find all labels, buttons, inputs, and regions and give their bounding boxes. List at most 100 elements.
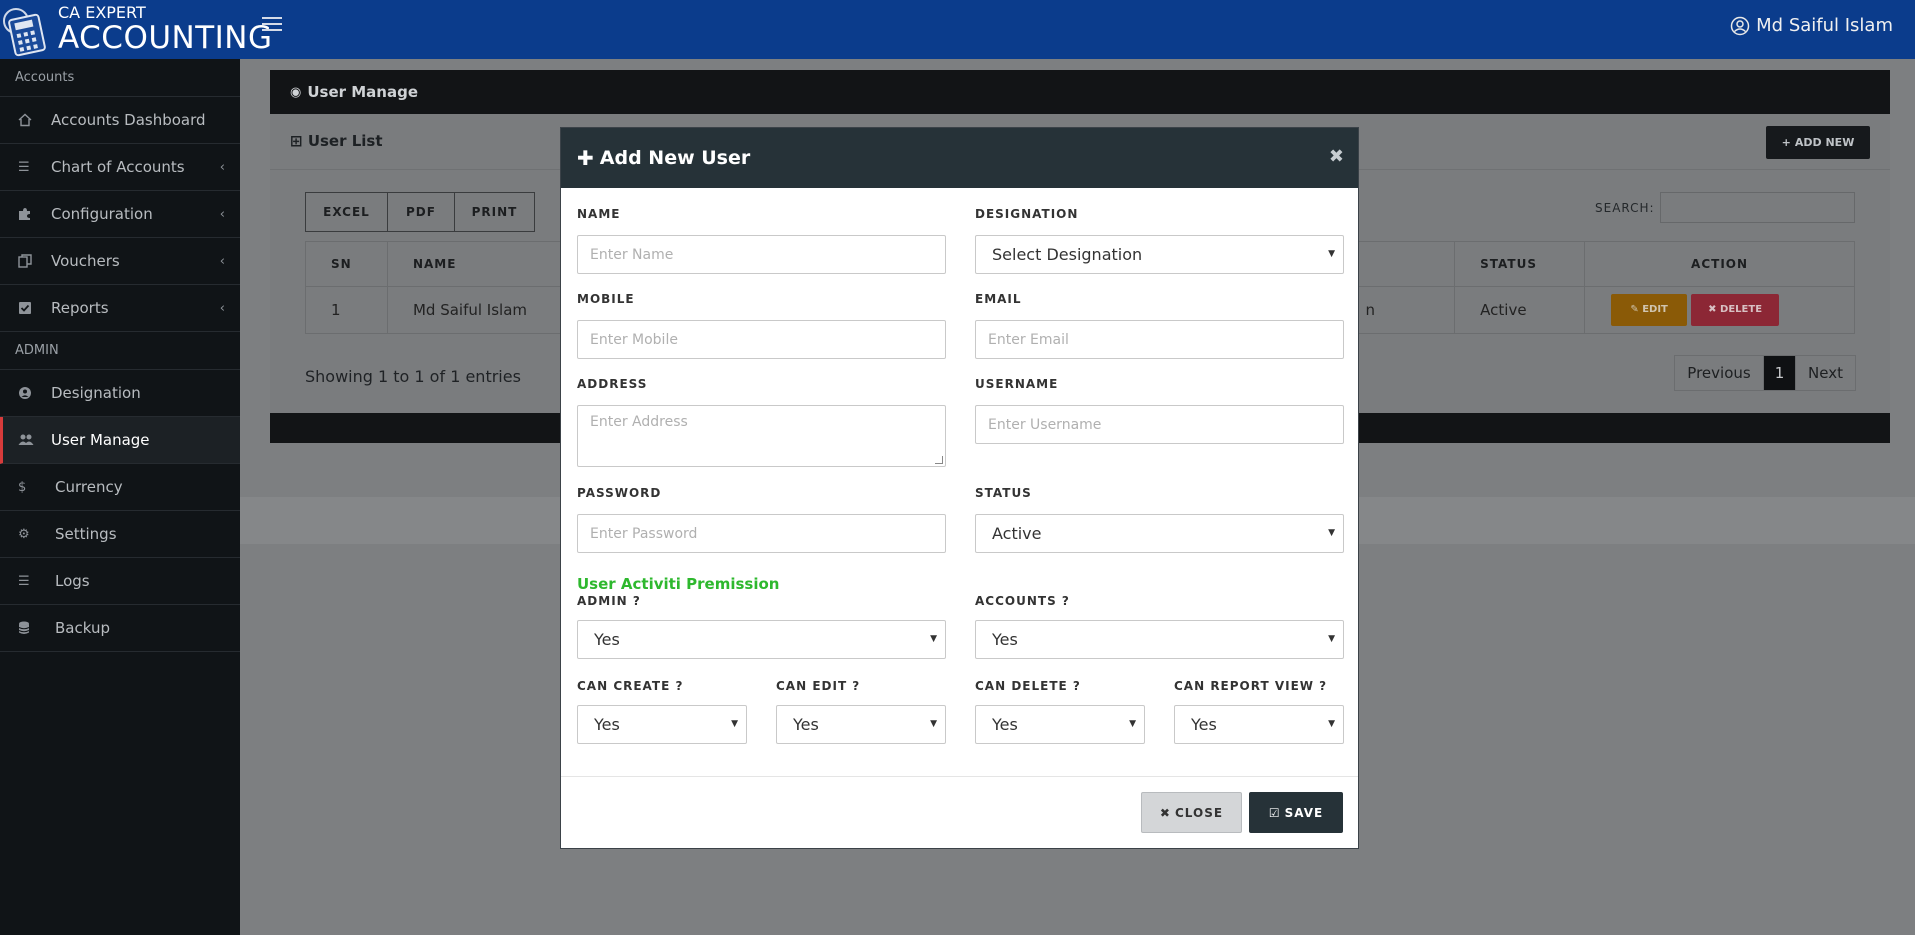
save-button[interactable]: ☑ SAVE: [1249, 792, 1343, 833]
close-icon[interactable]: ✖: [1329, 146, 1344, 167]
sidebar-item-label: Backup: [55, 619, 110, 637]
name-input[interactable]: Enter Name: [577, 235, 946, 274]
dropdown-caret-icon: ▼: [1328, 719, 1335, 729]
address-label: ADDRESS: [577, 377, 648, 391]
modal-header: ✚ Add New User ✖: [561, 128, 1358, 188]
print-button[interactable]: PRINT: [455, 192, 535, 232]
sidebar-item-label: Configuration: [51, 205, 153, 223]
sidebar-item-label: Accounts Dashboard: [51, 111, 206, 129]
chevron-left-icon: ‹: [219, 300, 225, 316]
sidebar-item-logs[interactable]: ☰ Logs: [0, 558, 240, 605]
save-button-label: SAVE: [1284, 805, 1324, 820]
app-logo[interactable]: CA EXPERT ACCOUNTING: [0, 0, 272, 59]
username-input[interactable]: Enter Username: [975, 405, 1344, 444]
sidebar-item-label: User Manage: [51, 431, 150, 449]
sidebar-item-reports[interactable]: Reports ‹: [0, 285, 240, 332]
admin-permission-label: ADMIN ?: [577, 594, 641, 608]
add-new-label: ADD NEW: [1794, 136, 1855, 149]
password-label: PASSWORD: [577, 486, 662, 500]
status-select[interactable]: Active ▼: [975, 514, 1344, 553]
search-label: SEARCH:: [1595, 201, 1655, 215]
pagination-page-1[interactable]: 1: [1764, 355, 1796, 391]
sidebar-section-accounts: Accounts: [0, 59, 240, 97]
edit-button[interactable]: ✎ EDIT: [1611, 294, 1688, 326]
password-input[interactable]: Enter Password: [577, 514, 946, 553]
can-report-view-select[interactable]: Yes ▼: [1174, 705, 1344, 744]
user-name-cell: Md Saiful Islam: [412, 301, 528, 319]
chevron-left-icon: ‹: [219, 159, 225, 175]
close-icon: ✖: [1159, 805, 1171, 820]
designation-label: DESIGNATION: [975, 207, 1079, 221]
can-delete-select[interactable]: Yes ▼: [975, 705, 1145, 744]
sidebar-item-currency[interactable]: $ Currency: [0, 464, 240, 511]
plus-icon: ✚: [577, 146, 594, 170]
sidebar-item-label: Vouchers: [51, 252, 120, 270]
modal-title: Add New User: [599, 147, 751, 169]
export-buttons: EXCEL PDF PRINT: [305, 192, 535, 232]
sidebar-item-designation[interactable]: Designation: [0, 370, 240, 417]
resize-handle-icon[interactable]: [935, 456, 943, 464]
mobile-input[interactable]: Enter Mobile: [577, 320, 946, 359]
sidebar-item-backup[interactable]: Backup: [0, 605, 240, 652]
can-report-view-label: CAN REPORT VIEW ?: [1174, 679, 1328, 693]
user-menu[interactable]: Md Saiful Islam: [1730, 15, 1893, 36]
status-value: Active: [992, 524, 1042, 543]
pdf-button[interactable]: PDF: [388, 192, 455, 232]
top-navbar: CA EXPERT ACCOUNTING Md Saiful Islam: [0, 0, 1915, 59]
can-delete-value: Yes: [992, 715, 1018, 734]
admin-permission-select[interactable]: Yes ▼: [577, 620, 946, 659]
can-report-view-value: Yes: [1191, 715, 1217, 734]
delete-button[interactable]: ✖ DELETE: [1691, 294, 1780, 326]
user-list-title: ⊞ User List: [290, 132, 383, 150]
add-new-button[interactable]: + ADD NEW: [1766, 126, 1870, 159]
close-button[interactable]: ✖ CLOSE: [1141, 792, 1242, 833]
address-textarea[interactable]: Enter Address: [577, 405, 946, 467]
cell-sn: 1: [305, 286, 388, 334]
accounts-permission-select[interactable]: Yes ▼: [975, 620, 1344, 659]
pagination-next[interactable]: Next: [1796, 355, 1856, 391]
sidebar-item-user-manage[interactable]: User Manage: [0, 417, 240, 464]
can-edit-label: CAN EDIT ?: [776, 679, 861, 693]
hamburger-menu-icon[interactable]: [262, 17, 282, 37]
excel-button[interactable]: EXCEL: [305, 192, 388, 232]
user-circle-icon: [18, 386, 38, 400]
panel-header: ◉ User Manage: [270, 70, 1890, 114]
user-circle-icon: ◉: [290, 84, 302, 100]
sidebar-item-label: Settings: [55, 525, 117, 543]
sidebar-item-label: Chart of Accounts: [51, 158, 185, 176]
search-input[interactable]: [1660, 192, 1855, 223]
modal-body: NAME Enter Name DESIGNATION Select Desig…: [561, 188, 1358, 777]
dollar-icon: $: [18, 479, 27, 495]
check-square-icon: ☑: [1268, 805, 1281, 820]
col-status[interactable]: STATUS: [1454, 241, 1586, 287]
sidebar-item-settings[interactable]: ⚙ Settings: [0, 511, 240, 558]
edit-label: EDIT: [1642, 304, 1668, 315]
col-sn[interactable]: SN: [305, 241, 388, 287]
chevron-left-icon: ‹: [219, 253, 225, 269]
logo-line-2: ACCOUNTING: [58, 20, 273, 56]
name-label: NAME: [577, 207, 621, 221]
sidebar-item-chart-of-accounts[interactable]: ☰ Chart of Accounts ‹: [0, 144, 240, 191]
page-title: User Manage: [307, 83, 419, 101]
accounts-permission-label: ACCOUNTS ?: [975, 594, 1070, 608]
designation-select[interactable]: Select Designation ▼: [975, 235, 1344, 274]
can-edit-select[interactable]: Yes ▼: [776, 705, 946, 744]
sidebar-item-vouchers[interactable]: Vouchers ‹: [0, 238, 240, 285]
can-create-select[interactable]: Yes ▼: [577, 705, 747, 744]
add-user-modal: ✚ Add New User ✖ NAME Enter Name DESIGNA…: [560, 127, 1359, 849]
cell-status: Active: [1454, 286, 1586, 334]
permission-section-title: User Activiti Premission: [577, 575, 780, 593]
email-label: EMAIL: [975, 292, 1022, 306]
sidebar-item-accounts-dashboard[interactable]: Accounts Dashboard: [0, 97, 240, 144]
can-edit-value: Yes: [793, 715, 819, 734]
chevron-left-icon: ‹: [219, 206, 225, 222]
cell-email-tail: n: [1365, 301, 1376, 319]
email-input[interactable]: Enter Email: [975, 320, 1344, 359]
pagination-previous[interactable]: Previous: [1674, 355, 1764, 391]
status-label: STATUS: [975, 486, 1032, 500]
dropdown-caret-icon: ▼: [1328, 528, 1335, 538]
users-icon: [18, 433, 38, 447]
can-create-label: CAN CREATE ?: [577, 679, 684, 693]
sidebar-item-configuration[interactable]: Configuration ‹: [0, 191, 240, 238]
plus-icon: +: [1781, 136, 1791, 149]
